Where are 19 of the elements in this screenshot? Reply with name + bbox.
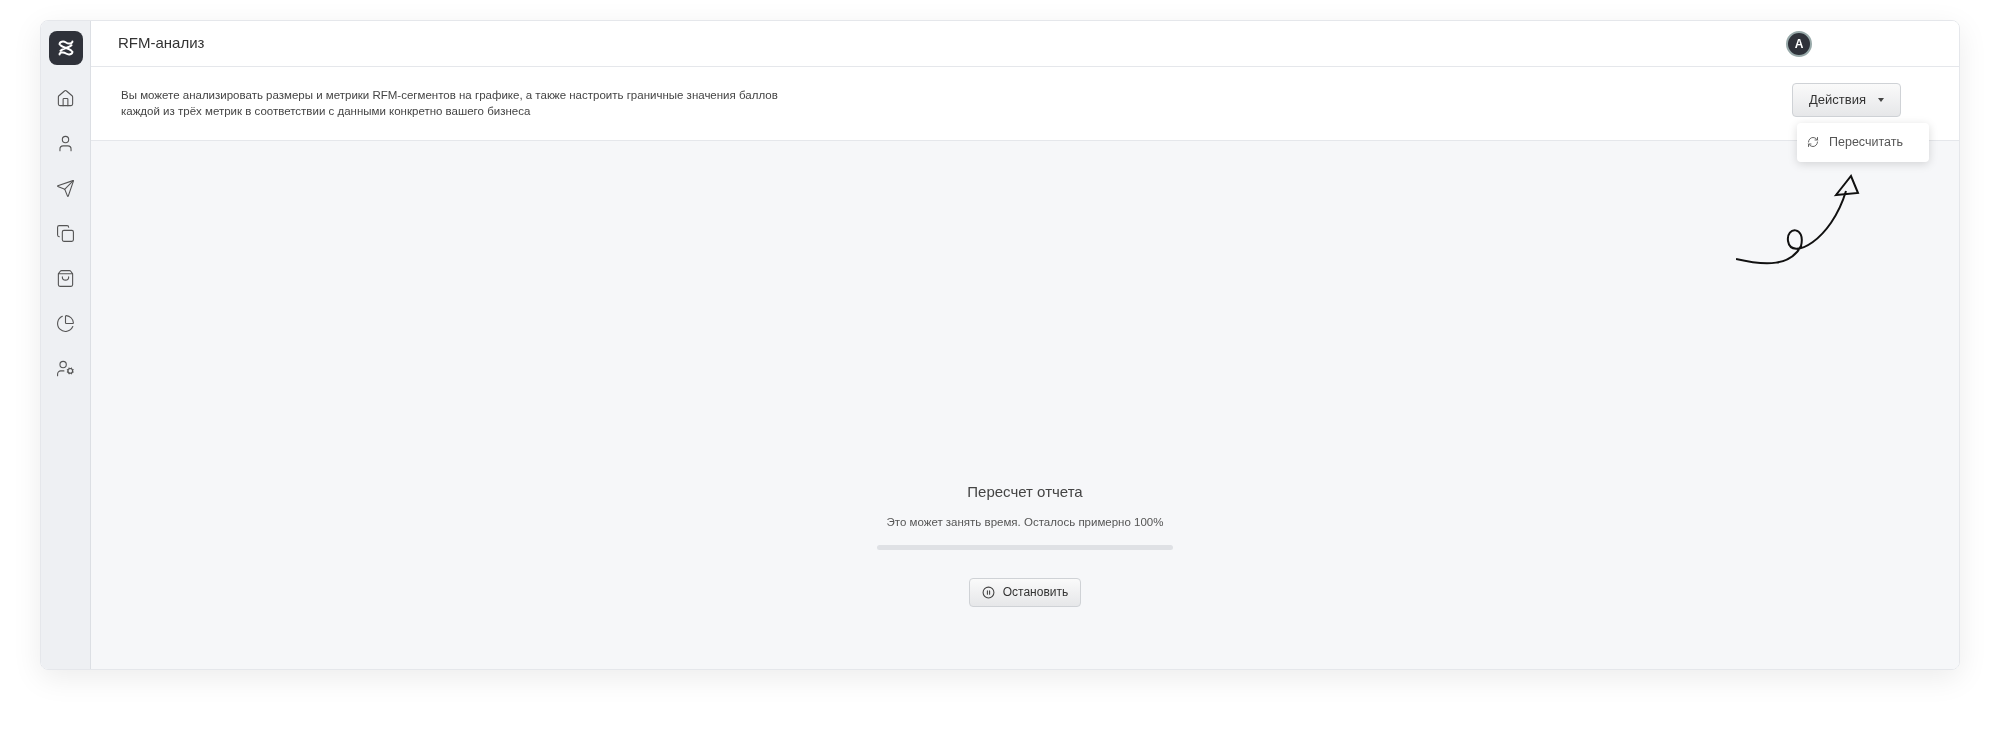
user-avatar[interactable]: A xyxy=(1786,30,1812,57)
stop-button[interactable]: Остановить xyxy=(968,577,1082,607)
progress-message: Это может занять время. Осталось примерно 100% xyxy=(886,514,1164,530)
logo-icon[interactable] xyxy=(48,31,83,65)
refresh-icon xyxy=(1807,136,1819,149)
user-icon[interactable] xyxy=(56,134,75,153)
menu-item[interactable]: Пересчитать xyxy=(1797,131,1929,154)
description-text: Вы можете анализировать размеры и метрики RFM-сегментов на графике, а также настроить граничные значения баллов каждой из трёх метрик в соответствии с данными конкретно вашего бизнеса xyxy=(121,88,779,119)
paper-plane-icon[interactable] xyxy=(56,179,75,198)
user-gear-icon[interactable] xyxy=(56,359,75,378)
pie-chart-icon[interactable] xyxy=(56,314,75,333)
home-icon[interactable] xyxy=(56,89,75,108)
pause-icon xyxy=(981,585,995,599)
progress-title: Пересчет отчета xyxy=(967,482,1083,502)
shopping-bag-icon[interactable] xyxy=(56,269,75,288)
page-title: RFM-анализ xyxy=(118,33,205,54)
actions-button[interactable]: Действия xyxy=(1792,83,1901,117)
stacked-squares-icon[interactable] xyxy=(56,224,75,243)
caret-icon xyxy=(1878,98,1884,102)
